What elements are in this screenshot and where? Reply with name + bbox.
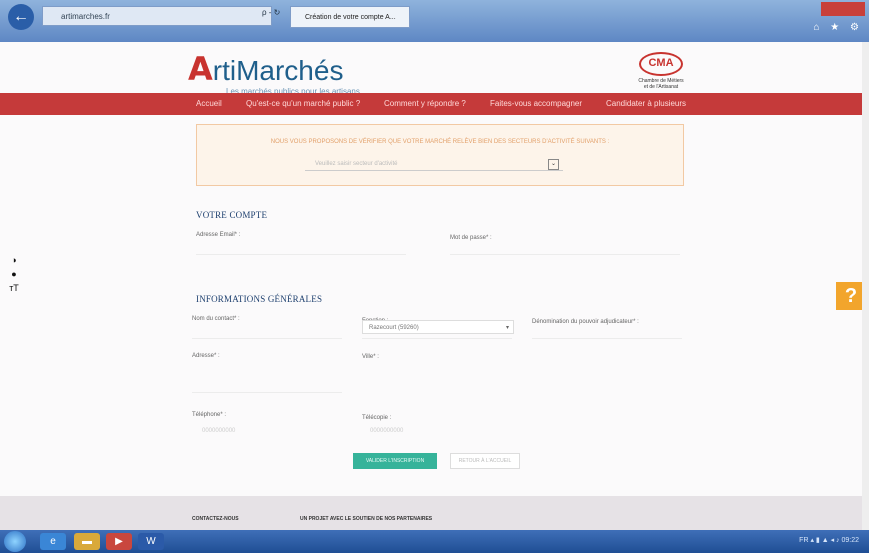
phone-label: Téléphone* : xyxy=(192,412,227,418)
sector-placeholder: Veuillez saisir secteur d'activité xyxy=(315,161,398,167)
cma-logo[interactable]: CMA Chambre de Métiers et de l'Artisanat xyxy=(638,52,684,96)
city-select[interactable]: Razecourt (59260) ▾ xyxy=(362,320,514,334)
email-label: Adresse Email* : xyxy=(196,232,241,238)
sector-notice: NOUS VOUS PROPOSONS DE VÉRIFIER QUE VOTR… xyxy=(196,124,684,186)
fax-label: Télécopie : xyxy=(362,415,392,421)
nav-item-accueil[interactable]: Accueil xyxy=(196,93,222,115)
ie-app-icon[interactable]: e xyxy=(40,533,66,550)
back-home-button[interactable]: RETOUR À L'ACCUEIL xyxy=(450,453,520,469)
page-footer: CONTACTEZ-NOUS UN PROJET AVEC LE SOUTIEN… xyxy=(0,496,869,530)
cma-badge: CMA xyxy=(639,52,683,76)
main-navigation: Accueil Qu'est-ce qu'un marché public ? … xyxy=(0,93,869,115)
function-field[interactable] xyxy=(362,338,512,339)
chevron-down-icon: ▾ xyxy=(505,325,509,331)
contact-field[interactable] xyxy=(192,338,342,339)
city-value: Razecourt (59260) xyxy=(369,325,419,331)
drop-icon[interactable]: ● xyxy=(8,267,20,281)
cma-text: Chambre de Métiers et de l'Artisanat xyxy=(638,78,684,90)
account-section-title: VOTRE COMPTE xyxy=(196,210,268,220)
submit-registration-button[interactable]: VALIDER L'INSCRIPTION xyxy=(353,453,437,469)
browser-chrome: ← artimarches.fr ρ - ↻ Création de votre… xyxy=(0,0,869,42)
city-label: Ville* : xyxy=(362,354,379,360)
chevron-down-icon[interactable]: ⌄ xyxy=(548,159,559,170)
contrast-icon[interactable]: ◑ xyxy=(8,253,20,267)
window-controls[interactable] xyxy=(821,2,865,16)
site-logo[interactable]: ArtiMarchés Les marchés publics pour les… xyxy=(188,50,360,96)
nav-item-repondre[interactable]: Comment y répondre ? xyxy=(384,93,466,115)
contact-label: Nom du contact* : xyxy=(192,316,240,322)
address-field[interactable] xyxy=(192,392,342,393)
sector-select[interactable]: Veuillez saisir secteur d'activité ⌄ xyxy=(305,157,563,171)
email-field[interactable] xyxy=(196,254,406,255)
web-page: ArtiMarchés Les marchés publics pour les… xyxy=(0,42,869,530)
start-button-icon[interactable] xyxy=(4,531,26,552)
page-scrollbar[interactable] xyxy=(862,42,869,530)
password-field[interactable] xyxy=(450,254,680,255)
logo-mark: A xyxy=(188,50,213,88)
password-label: Mot de passe* : xyxy=(450,235,492,241)
accessibility-toolbar: ◑ ● тT xyxy=(8,253,20,295)
word-app-icon[interactable]: W xyxy=(138,533,164,550)
phone-field[interactable]: 0000000000 xyxy=(202,428,235,434)
fax-field[interactable]: 0000000000 xyxy=(370,428,403,434)
address-label: Adresse* : xyxy=(192,353,220,359)
address-bar[interactable]: artimarches.fr xyxy=(42,6,272,26)
windows-taskbar: e ▬ ▶ W FR ▴ ▮ ▲ ◂ ♪ 09:22 xyxy=(0,530,869,553)
notice-text: NOUS VOUS PROPOSONS DE VÉRIFIER QUE VOTR… xyxy=(270,139,610,145)
denomination-field[interactable] xyxy=(532,338,682,339)
system-tray[interactable]: FR ▴ ▮ ▲ ◂ ♪ 09:22 xyxy=(799,536,859,544)
browser-tab[interactable]: Création de votre compte A... xyxy=(290,6,410,28)
general-section-title: INFORMATIONS GÉNÉRALES xyxy=(196,294,323,304)
explorer-app-icon[interactable]: ▬ xyxy=(74,533,100,550)
denomination-label: Dénomination du pouvoir adjudicateur* : xyxy=(532,319,639,325)
back-arrow-icon[interactable]: ← xyxy=(8,4,34,30)
text-size-icon[interactable]: тT xyxy=(8,281,20,295)
nav-item-candidater[interactable]: Candidater à plusieurs xyxy=(606,93,686,115)
address-actions[interactable]: ρ - ↻ xyxy=(262,8,280,17)
nav-item-marche-public[interactable]: Qu'est-ce qu'un marché public ? xyxy=(246,93,360,115)
media-app-icon[interactable]: ▶ xyxy=(106,533,132,550)
footer-contact-link[interactable]: CONTACTEZ-NOUS xyxy=(192,516,239,522)
toolbar-icons[interactable]: ⌂ ★ ⚙ xyxy=(813,22,863,33)
nav-item-accompagner[interactable]: Faites-vous accompagner xyxy=(490,93,582,115)
logo-text: rtiMarchés xyxy=(212,55,344,86)
footer-partners-title: UN PROJET AVEC LE SOUTIEN DE NOS PARTENA… xyxy=(300,516,433,522)
